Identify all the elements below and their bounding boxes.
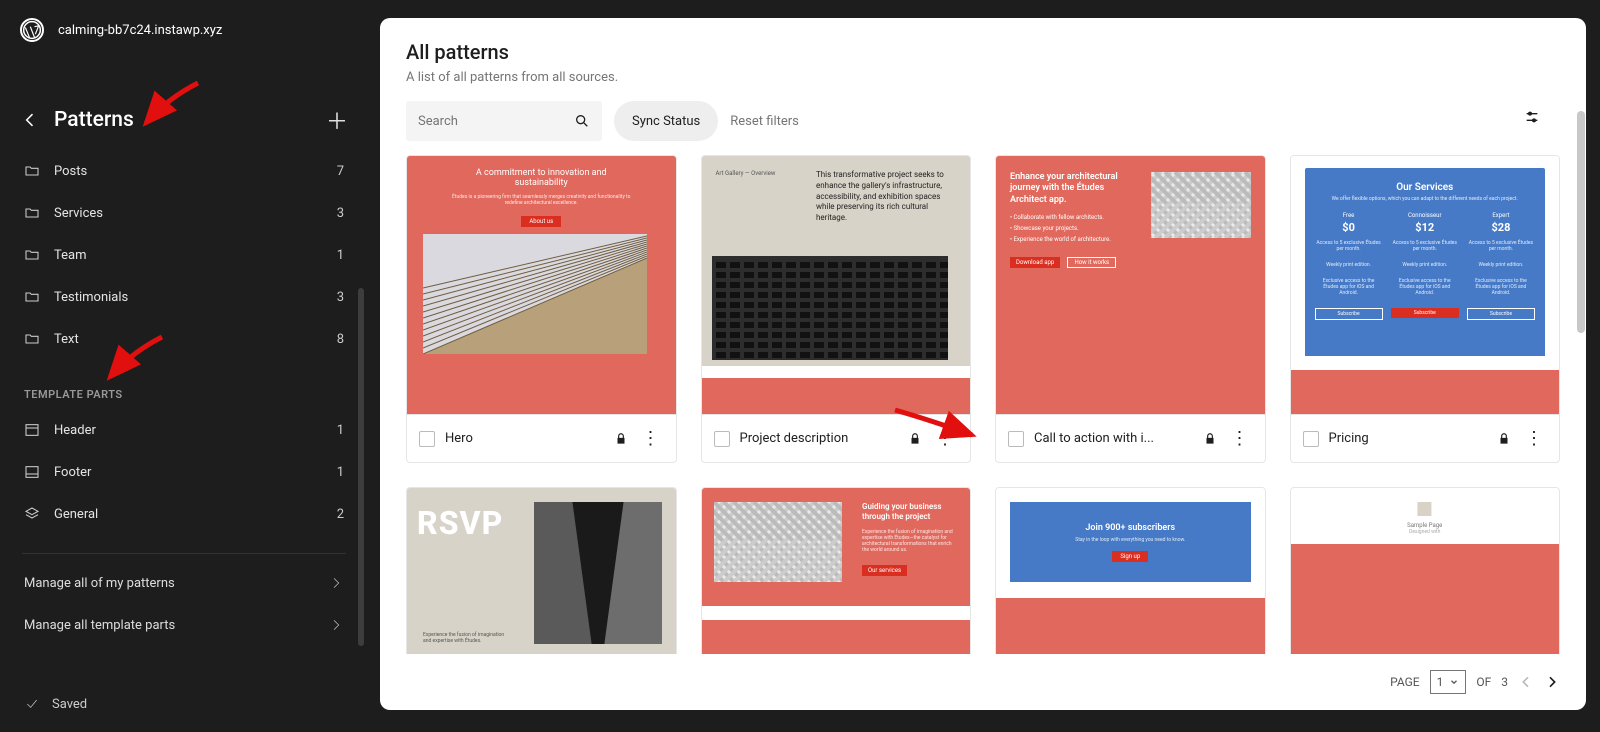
manage-patterns-link[interactable]: Manage all of my patterns: [12, 562, 356, 604]
site-name[interactable]: calming-bb7c24.instawp.xyz: [58, 23, 222, 38]
pattern-preview: Guiding your business through the projec…: [702, 488, 971, 654]
sidebar: Patterns ＋ Posts7Services3Team1Testimoni…: [0, 60, 368, 732]
sidebar-item-posts[interactable]: Posts7: [12, 150, 356, 192]
folder-icon: [24, 289, 40, 305]
pattern-name: Project description: [740, 431, 899, 446]
back-icon[interactable]: [20, 110, 40, 130]
select-checkbox[interactable]: [419, 431, 435, 447]
select-checkbox[interactable]: [714, 431, 730, 447]
lock-icon: [614, 432, 628, 446]
folder-icon: [24, 247, 40, 263]
pattern-card[interactable]: Join 900+ subscribers Stay in the loop w…: [995, 487, 1266, 654]
pattern-preview: A commitment to innovation and sustainab…: [407, 156, 676, 414]
saved-status: Saved: [12, 676, 356, 732]
sidebar-item-text[interactable]: Text8: [12, 318, 356, 360]
pattern-card[interactable]: Art Gallery — Overview This transformati…: [701, 155, 972, 463]
more-actions-button[interactable]: ⋮: [1521, 430, 1547, 448]
template-parts-list: Header1Footer1General2: [12, 409, 356, 535]
pattern-preview: Our Services We offer flexible options, …: [1291, 156, 1560, 414]
sidebar-title: Patterns: [54, 108, 312, 132]
search-input[interactable]: Search: [406, 101, 602, 141]
pattern-card[interactable]: Sample Page Designed with: [1290, 487, 1561, 654]
sidebar-item-testimonials[interactable]: Testimonials3: [12, 276, 356, 318]
main-panel: All patterns A list of all patterns from…: [380, 18, 1586, 710]
panel-scrollbar[interactable]: [1577, 111, 1585, 333]
pattern-name: Hero: [445, 431, 604, 446]
page-subtitle: A list of all patterns from all sources.: [406, 70, 1560, 85]
chevron-right-icon: [328, 617, 344, 633]
filter-settings-icon[interactable]: [1524, 109, 1540, 125]
chevron-down-icon: [1449, 677, 1459, 687]
sidebar-scrollbar[interactable]: [358, 288, 364, 646]
pattern-preview: Enhance your architectural journey with …: [996, 156, 1265, 414]
pattern-preview: Art Gallery — Overview This transformati…: [702, 156, 971, 414]
select-checkbox[interactable]: [1303, 431, 1319, 447]
more-actions-button[interactable]: ⋮: [1227, 430, 1253, 448]
lock-icon: [1203, 432, 1217, 446]
pattern-name: Call to action with i...: [1034, 431, 1193, 446]
pattern-card[interactable]: RSVP Experience the fusion of imaginatio…: [406, 487, 677, 654]
prev-page-icon[interactable]: [1518, 674, 1534, 690]
footer-icon: [24, 464, 40, 480]
pattern-card[interactable]: Guiding your business through the projec…: [701, 487, 972, 654]
more-actions-button[interactable]: ⋮: [638, 430, 664, 448]
check-icon: [24, 696, 40, 712]
more-actions-button[interactable]: ⋮: [932, 430, 958, 448]
sidebar-item-footer[interactable]: Footer1: [12, 451, 356, 493]
add-pattern-button[interactable]: ＋: [326, 104, 348, 136]
pattern-preview: Join 900+ subscribers Stay in the loop w…: [996, 488, 1265, 654]
folder-icon: [24, 205, 40, 221]
lock-icon: [1497, 432, 1511, 446]
wordpress-icon: [22, 20, 42, 40]
lock-icon: [908, 432, 922, 446]
page-select[interactable]: 1: [1430, 670, 1467, 694]
reset-filters-link[interactable]: Reset filters: [730, 114, 799, 129]
sidebar-item-team[interactable]: Team1: [12, 234, 356, 276]
sidebar-item-services[interactable]: Services3: [12, 192, 356, 234]
pagination: PAGE 1 OF 3: [380, 654, 1586, 710]
sidebar-item-general[interactable]: General2: [12, 493, 356, 535]
select-checkbox[interactable]: [1008, 431, 1024, 447]
sync-status-button[interactable]: Sync Status: [614, 101, 718, 141]
wordpress-logo-icon[interactable]: [20, 18, 44, 42]
next-page-icon[interactable]: [1544, 674, 1560, 690]
general-icon: [24, 506, 40, 522]
category-list: Posts7Services3Team1Testimonials3Text8: [12, 150, 356, 360]
pattern-preview: Sample Page Designed with: [1291, 488, 1560, 654]
pattern-card[interactable]: A commitment to innovation and sustainab…: [406, 155, 677, 463]
folder-icon: [24, 163, 40, 179]
sidebar-item-header[interactable]: Header1: [12, 409, 356, 451]
page-title: All patterns: [406, 40, 1560, 64]
chevron-right-icon: [328, 575, 344, 591]
pattern-name: Pricing: [1329, 431, 1488, 446]
pattern-card[interactable]: Our Services We offer flexible options, …: [1290, 155, 1561, 463]
folder-icon: [24, 331, 40, 347]
pattern-card[interactable]: Enhance your architectural journey with …: [995, 155, 1266, 463]
header-icon: [24, 422, 40, 438]
search-icon: [574, 113, 590, 129]
template-parts-label: TEMPLATE PARTS: [12, 360, 356, 409]
pattern-preview: RSVP Experience the fusion of imaginatio…: [407, 488, 676, 654]
manage-template-parts-link[interactable]: Manage all template parts: [12, 604, 356, 646]
